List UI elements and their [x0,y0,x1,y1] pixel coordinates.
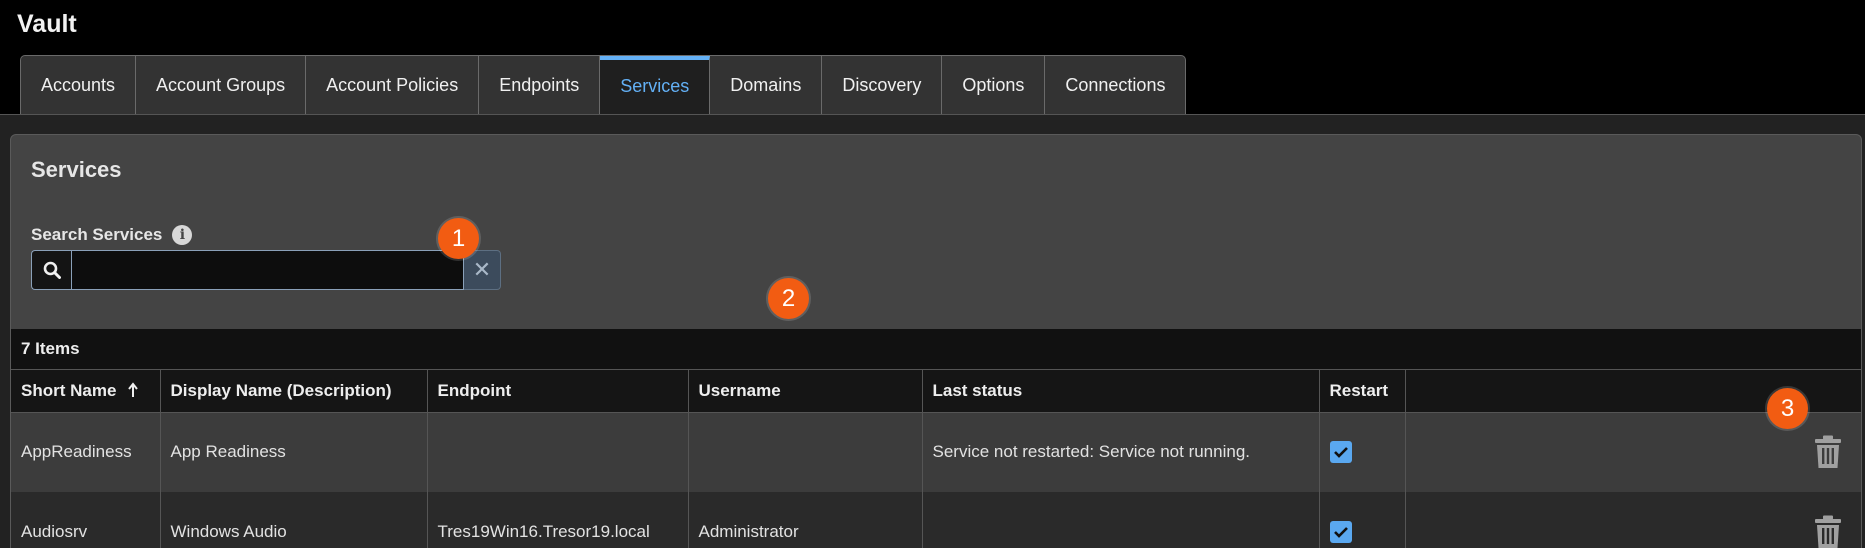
callout-badge-3: 3 [1767,388,1808,429]
search-button[interactable] [31,250,71,290]
tab-discovery[interactable]: Discovery [822,56,943,115]
panel-title: Services [31,157,122,182]
info-icon[interactable]: i [172,225,193,245]
cell-restart [1319,492,1406,548]
delete-button[interactable] [1813,515,1843,548]
tab-accounts[interactable]: Accounts [21,56,137,115]
column-header-username[interactable]: Username [688,370,923,413]
restart-checkbox[interactable] [1329,520,1352,543]
cell-last-status [922,492,1320,548]
column-header-display-name[interactable]: Display Name (Description) [160,370,428,413]
column-header-short-name[interactable]: Short Name [11,370,161,413]
trash-icon [1815,435,1841,469]
content-area: Services Search Services i ✕ 1 7 Items 2 [0,114,1865,548]
cell-restart [1319,412,1406,492]
checkmark-icon [1333,526,1348,538]
column-header-last-status[interactable]: Last status [922,370,1320,413]
cell-short-name: AppReadiness [11,412,161,492]
clear-search-button[interactable]: ✕ [464,250,501,290]
trash-icon [1815,515,1841,548]
cell-display-name: App Readiness [160,412,428,492]
column-label: Short Name [21,380,117,400]
cell-username: Administrator [688,492,923,548]
arrow-up-icon [128,382,138,397]
checkmark-icon [1333,446,1348,458]
callout-badge-2: 2 [768,278,809,319]
search-group: ✕ [31,250,501,290]
search-icon [43,261,61,279]
tab-account-policies[interactable]: Account Policies [306,56,480,115]
column-header-restart[interactable]: Restart [1319,370,1406,413]
tab-connections[interactable]: Connections [1045,56,1186,115]
services-panel: Services Search Services i ✕ 1 7 Items 2 [10,134,1862,548]
delete-button[interactable] [1813,435,1843,469]
close-icon: ✕ [472,257,492,282]
cell-endpoint [427,412,689,492]
column-header-endpoint[interactable]: Endpoint [427,370,689,413]
table-row[interactable]: AppReadiness App Readiness Service not r… [11,412,1861,492]
cell-username [688,412,923,492]
search-label-text: Search Services [31,225,163,244]
cell-display-name: Windows Audio [160,492,428,548]
table-row[interactable]: Audiosrv Windows Audio Tres19Win16.Treso… [11,492,1861,548]
restart-checkbox[interactable] [1329,440,1352,463]
search-label: Search Services i [31,225,193,245]
table-header-row: Short Name Display Name (Description) En… [11,370,1861,413]
items-count: 7 Items [11,329,1861,370]
tab-options[interactable]: Options [942,56,1046,115]
main-tabs: Accounts Account Groups Account Policies… [20,55,1187,116]
search-input[interactable] [71,250,464,290]
cell-short-name: Audiosrv [11,492,161,548]
services-table: Short Name Display Name (Description) En… [11,370,1861,548]
tab-account-groups[interactable]: Account Groups [136,56,307,115]
cell-actions [1405,492,1861,548]
cell-last-status: Service not restarted: Service not runni… [922,412,1320,492]
app-title: Vault [17,10,77,38]
callout-badge-1: 1 [438,218,479,259]
cell-endpoint: Tres19Win16.Tresor19.local [427,492,689,548]
tab-services[interactable]: Services [600,56,711,116]
tab-domains[interactable]: Domains [710,56,823,115]
tab-endpoints[interactable]: Endpoints [479,56,601,115]
